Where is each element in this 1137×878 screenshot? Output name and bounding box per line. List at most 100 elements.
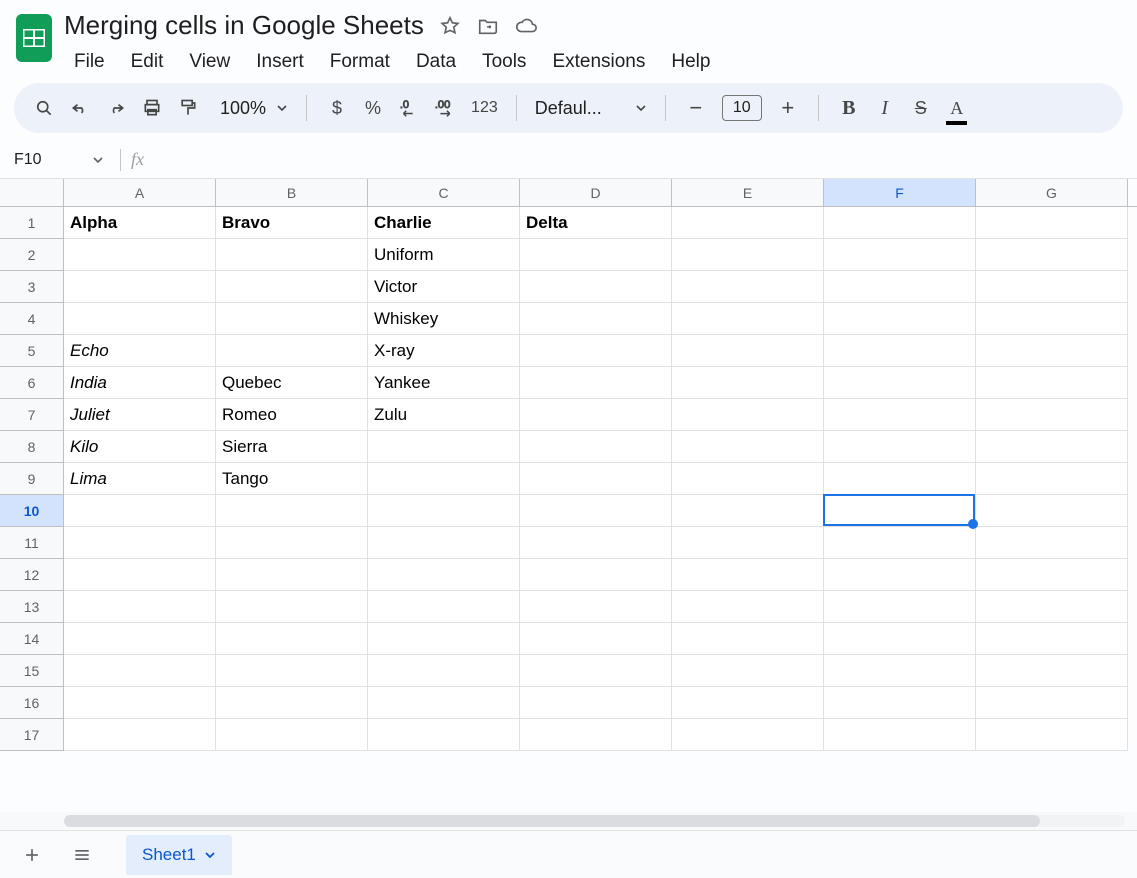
cell-F13[interactable] xyxy=(824,591,976,623)
cell-G14[interactable] xyxy=(976,623,1128,655)
row-header-10[interactable]: 10 xyxy=(0,495,64,527)
format-currency-button[interactable]: $ xyxy=(321,92,353,124)
cell-E5[interactable] xyxy=(672,335,824,367)
cell-G3[interactable] xyxy=(976,271,1128,303)
cell-A9[interactable]: Lima xyxy=(64,463,216,495)
font-size-input[interactable]: 10 xyxy=(722,95,762,121)
cell-D3[interactable] xyxy=(520,271,672,303)
cell-D12[interactable] xyxy=(520,559,672,591)
cell-D11[interactable] xyxy=(520,527,672,559)
increase-decimal-button[interactable]: .00 xyxy=(429,92,463,124)
cell-C5[interactable]: X-ray xyxy=(368,335,520,367)
cell-F4[interactable] xyxy=(824,303,976,335)
cell-G12[interactable] xyxy=(976,559,1128,591)
cell-A10[interactable] xyxy=(64,495,216,527)
cell-E15[interactable] xyxy=(672,655,824,687)
cell-C12[interactable] xyxy=(368,559,520,591)
cell-E8[interactable] xyxy=(672,431,824,463)
row-header-8[interactable]: 8 xyxy=(0,431,64,463)
column-header-F[interactable]: F xyxy=(824,179,976,206)
cell-A8[interactable]: Kilo xyxy=(64,431,216,463)
cell-B5[interactable] xyxy=(216,335,368,367)
add-sheet-button[interactable] xyxy=(14,837,50,873)
cell-A3[interactable] xyxy=(64,271,216,303)
strikethrough-button[interactable]: S xyxy=(905,92,937,124)
cell-C9[interactable] xyxy=(368,463,520,495)
cell-E12[interactable] xyxy=(672,559,824,591)
cell-C6[interactable]: Yankee xyxy=(368,367,520,399)
cell-G10[interactable] xyxy=(976,495,1128,527)
cell-D14[interactable] xyxy=(520,623,672,655)
cell-A11[interactable] xyxy=(64,527,216,559)
decrease-decimal-button[interactable]: .0 xyxy=(393,92,425,124)
row-header-2[interactable]: 2 xyxy=(0,239,64,271)
menu-format[interactable]: Format xyxy=(320,47,400,77)
cell-D1[interactable]: Delta xyxy=(520,207,672,239)
row-header-7[interactable]: 7 xyxy=(0,399,64,431)
cell-A15[interactable] xyxy=(64,655,216,687)
cell-D16[interactable] xyxy=(520,687,672,719)
row-header-16[interactable]: 16 xyxy=(0,687,64,719)
cell-D17[interactable] xyxy=(520,719,672,751)
row-header-15[interactable]: 15 xyxy=(0,655,64,687)
menu-tools[interactable]: Tools xyxy=(472,47,536,77)
cell-C11[interactable] xyxy=(368,527,520,559)
column-header-C[interactable]: C xyxy=(368,179,520,206)
cell-B2[interactable] xyxy=(216,239,368,271)
cell-C2[interactable]: Uniform xyxy=(368,239,520,271)
row-header-14[interactable]: 14 xyxy=(0,623,64,655)
menu-view[interactable]: View xyxy=(179,47,240,77)
paint-format-button[interactable] xyxy=(172,92,204,124)
cell-B12[interactable] xyxy=(216,559,368,591)
cell-G9[interactable] xyxy=(976,463,1128,495)
cell-B7[interactable]: Romeo xyxy=(216,399,368,431)
cell-G8[interactable] xyxy=(976,431,1128,463)
horizontal-scrollbar[interactable] xyxy=(64,815,1125,827)
cell-A4[interactable] xyxy=(64,303,216,335)
cell-C14[interactable] xyxy=(368,623,520,655)
cell-F12[interactable] xyxy=(824,559,976,591)
cell-E1[interactable] xyxy=(672,207,824,239)
menu-help[interactable]: Help xyxy=(661,47,720,77)
cell-F15[interactable] xyxy=(824,655,976,687)
redo-button[interactable] xyxy=(100,92,132,124)
select-all-corner[interactable] xyxy=(0,179,64,206)
cell-B11[interactable] xyxy=(216,527,368,559)
cell-B1[interactable]: Bravo xyxy=(216,207,368,239)
zoom-dropdown[interactable]: 100% xyxy=(208,92,292,124)
column-header-A[interactable]: A xyxy=(64,179,216,206)
cell-G1[interactable] xyxy=(976,207,1128,239)
row-header-3[interactable]: 3 xyxy=(0,271,64,303)
more-formats-button[interactable]: 123 xyxy=(467,92,502,124)
cell-F17[interactable] xyxy=(824,719,976,751)
cell-B14[interactable] xyxy=(216,623,368,655)
cell-F9[interactable] xyxy=(824,463,976,495)
cell-F11[interactable] xyxy=(824,527,976,559)
menu-extensions[interactable]: Extensions xyxy=(542,47,655,77)
sheet-tab-active[interactable]: Sheet1 xyxy=(126,835,232,875)
menu-insert[interactable]: Insert xyxy=(246,47,314,77)
print-button[interactable] xyxy=(136,92,168,124)
column-header-B[interactable]: B xyxy=(216,179,368,206)
name-box[interactable]: F10 xyxy=(14,151,110,169)
column-header-D[interactable]: D xyxy=(520,179,672,206)
cell-E13[interactable] xyxy=(672,591,824,623)
cell-B17[interactable] xyxy=(216,719,368,751)
search-menus-button[interactable] xyxy=(28,92,60,124)
cell-C1[interactable]: Charlie xyxy=(368,207,520,239)
cell-C15[interactable] xyxy=(368,655,520,687)
cell-E7[interactable] xyxy=(672,399,824,431)
star-icon[interactable] xyxy=(438,14,462,38)
cell-D13[interactable] xyxy=(520,591,672,623)
cell-F6[interactable] xyxy=(824,367,976,399)
cell-F1[interactable] xyxy=(824,207,976,239)
cell-D4[interactable] xyxy=(520,303,672,335)
format-percent-button[interactable]: % xyxy=(357,92,389,124)
cell-C7[interactable]: Zulu xyxy=(368,399,520,431)
cell-G17[interactable] xyxy=(976,719,1128,751)
move-to-folder-icon[interactable] xyxy=(476,14,500,38)
cell-F3[interactable] xyxy=(824,271,976,303)
cell-E9[interactable] xyxy=(672,463,824,495)
cell-E6[interactable] xyxy=(672,367,824,399)
sheets-logo[interactable] xyxy=(14,12,54,64)
